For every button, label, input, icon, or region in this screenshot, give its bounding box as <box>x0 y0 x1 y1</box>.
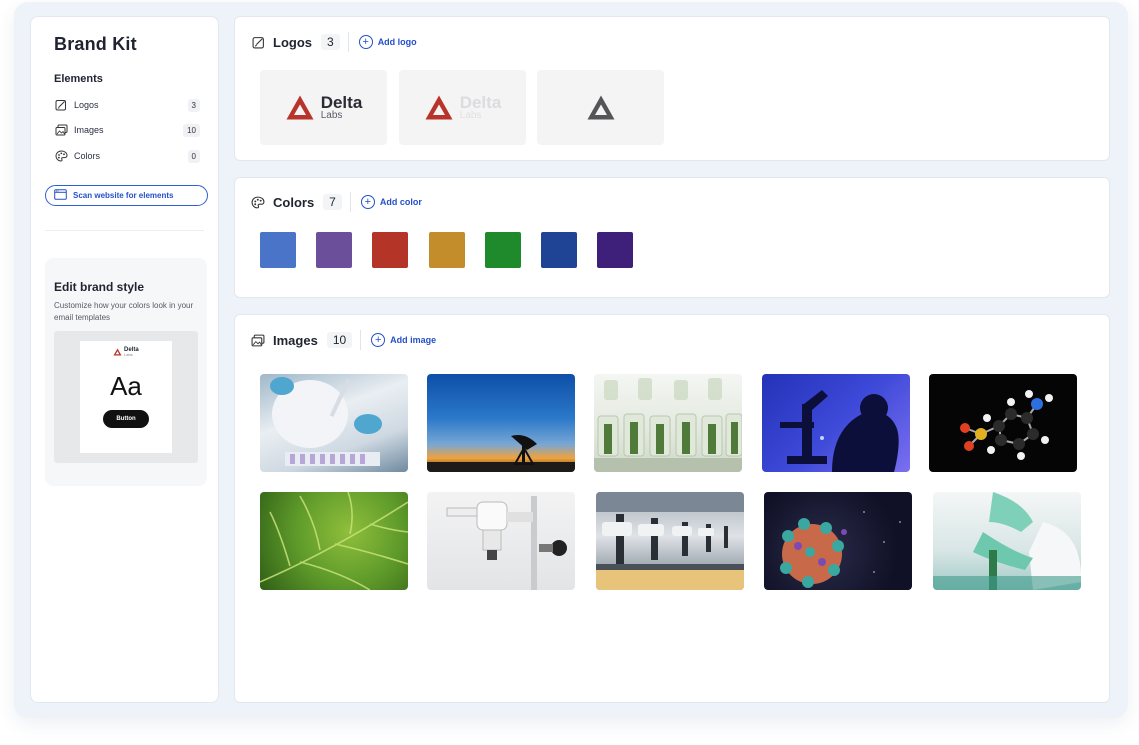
color-swatch[interactable] <box>428 232 465 268</box>
sidebar: Brand Kit Elements Logos 3 Images 10 Col… <box>30 16 219 703</box>
edit-brand-style-description: Customize how your colors look in your e… <box>54 301 194 322</box>
images-count: 10 <box>326 332 353 348</box>
virus-particle-image[interactable] <box>764 492 912 590</box>
plus-circle-icon: + <box>371 333 386 347</box>
molecule-model-image[interactable] <box>929 374 1077 472</box>
divider <box>45 230 204 231</box>
count-badge: 10 <box>183 123 200 137</box>
delta-logo-mark-icon <box>286 95 314 120</box>
color-swatch[interactable] <box>260 232 296 268</box>
color-swatch[interactable] <box>484 232 521 268</box>
images-section: Images 10 + Add image <box>234 314 1110 703</box>
green-leaf-image[interactable] <box>260 492 408 590</box>
elements-heading: Elements <box>54 73 103 85</box>
add-image-button[interactable]: + Add image <box>371 333 436 347</box>
count-badge: 0 <box>187 149 200 163</box>
logo-tile[interactable] <box>537 70 664 145</box>
edit-brand-style-card[interactable]: Edit brand style Customize how your colo… <box>45 258 207 486</box>
divider <box>360 330 362 350</box>
logo-sub: Labs <box>320 109 343 121</box>
color-swatch[interactable] <box>316 232 353 268</box>
edit-brand-style-title: Edit brand style <box>54 280 145 294</box>
sidebar-item-label: Logos <box>74 100 99 110</box>
sidebar-item-label: Colors <box>74 151 101 161</box>
color-swatch[interactable] <box>541 232 577 268</box>
logos-section: Logos 3 + Add logo Delta Labs Delta Labs <box>234 16 1110 161</box>
color-swatch[interactable] <box>372 232 409 268</box>
colors-count: 7 <box>323 194 342 210</box>
images-icon <box>250 332 266 348</box>
palette-icon <box>250 194 266 210</box>
radio-telescope-sunset-image[interactable] <box>427 374 575 472</box>
logo-tile[interactable]: Delta Labs <box>260 70 387 145</box>
logos-count: 3 <box>321 34 340 50</box>
images-title: Images <box>273 332 318 348</box>
color-swatch[interactable] <box>597 232 634 268</box>
preview-logo-sub: Labs <box>124 352 133 357</box>
count-badge: 3 <box>187 98 200 112</box>
logos-title: Logos <box>273 34 312 50</box>
scan-website-button[interactable]: Scan website for elements <box>45 185 208 206</box>
plus-circle-icon: + <box>360 195 375 209</box>
add-color-label: Add color <box>379 197 422 207</box>
colors-section: Colors 7 + Add color <box>234 177 1110 298</box>
plus-circle-icon: + <box>358 35 373 49</box>
sidebar-item-colors[interactable]: Colors 0 <box>54 147 200 165</box>
sidebar-item-logos[interactable]: Logos 3 <box>54 96 200 114</box>
logos-header: Logos 3 + Add logo <box>250 32 417 52</box>
lab-gloves-image[interactable] <box>933 492 1081 590</box>
sidebar-item-images[interactable]: Images 10 <box>54 121 200 139</box>
delta-logo-mark-icon <box>113 348 122 356</box>
microscope-white-image[interactable] <box>427 492 575 590</box>
scan-website-label: Scan website for elements <box>73 191 174 200</box>
edit-square-icon <box>54 98 68 112</box>
brand-style-preview-area: Delta Labs Aa Button <box>54 331 198 463</box>
colors-header: Colors 7 + Add color <box>250 192 422 212</box>
logo-word: Delta <box>320 92 363 112</box>
images-icon <box>54 123 68 137</box>
add-color-button[interactable]: + Add color <box>360 195 422 209</box>
add-logo-label: Add logo <box>377 37 417 47</box>
add-image-label: Add image <box>390 335 437 345</box>
email-template-preview: Delta Labs Aa Button <box>80 341 172 453</box>
microscope-silhouette-image[interactable] <box>762 374 910 472</box>
delta-logo-mark-icon <box>425 95 453 120</box>
plant-test-tubes-image[interactable] <box>594 374 742 472</box>
edit-square-icon <box>250 34 266 50</box>
palette-icon <box>54 149 68 163</box>
images-header: Images 10 + Add image <box>250 330 436 350</box>
colors-title: Colors <box>273 194 315 210</box>
logo-sub: Labs <box>459 109 482 121</box>
sidebar-item-label: Images <box>74 125 104 135</box>
add-logo-button[interactable]: + Add logo <box>358 35 417 49</box>
brand-kit-title: Brand Kit <box>54 34 137 54</box>
divider <box>347 32 349 52</box>
preview-logo: Delta Labs <box>113 347 139 357</box>
delta-logo-mark-icon <box>587 95 614 120</box>
logo-tile[interactable]: Delta Labs <box>399 70 526 145</box>
microscope-row-image[interactable] <box>596 492 744 590</box>
preview-sample-text: Aa <box>110 371 142 401</box>
divider <box>349 192 351 212</box>
lab-pipette-image[interactable] <box>260 374 408 472</box>
logo-word: Delta <box>459 92 502 112</box>
preview-button: Button <box>103 410 149 428</box>
browser-window-icon <box>54 187 67 205</box>
